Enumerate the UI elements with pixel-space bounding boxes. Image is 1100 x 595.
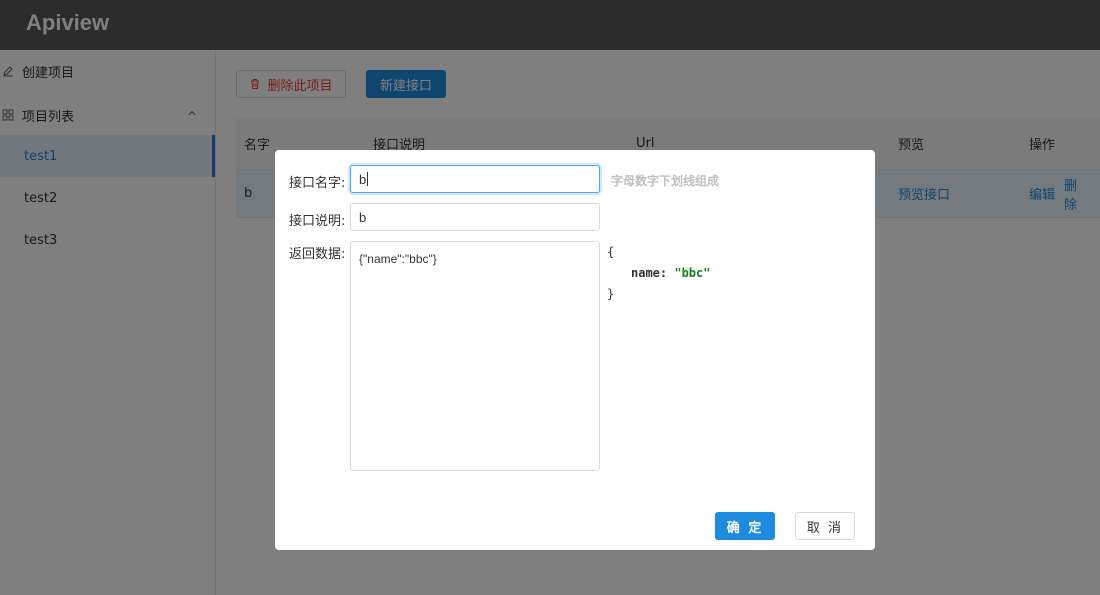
json-line: name: "bbc"	[607, 263, 710, 284]
data-textarea[interactable]: {"name":"bbc"}	[350, 241, 600, 471]
desc-input-value: b	[359, 209, 367, 225]
confirm-button[interactable]: 确 定	[715, 512, 775, 540]
name-input-value: b	[359, 171, 367, 187]
json-preview: { name: "bbc" }	[607, 242, 710, 305]
edit-api-dialog: 接口名字: b 字母数字下划线组成 接口说明: b 返回数据: {"name":…	[275, 150, 875, 550]
desc-input[interactable]: b	[350, 203, 600, 231]
cancel-button[interactable]: 取 消	[795, 512, 855, 540]
json-key: name:	[631, 266, 668, 280]
data-label: 返回数据:	[289, 247, 346, 262]
name-hint: 字母数字下划线组成	[611, 174, 720, 188]
text-caret	[367, 172, 369, 186]
desc-label: 接口说明:	[289, 214, 346, 229]
json-open-brace: {	[607, 245, 615, 259]
json-close-brace: }	[607, 287, 615, 301]
data-textarea-value: {"name":"bbc"}	[359, 252, 437, 266]
name-input[interactable]: b	[350, 165, 600, 193]
json-value: "bbc"	[674, 266, 711, 280]
name-label: 接口名字:	[289, 176, 346, 191]
